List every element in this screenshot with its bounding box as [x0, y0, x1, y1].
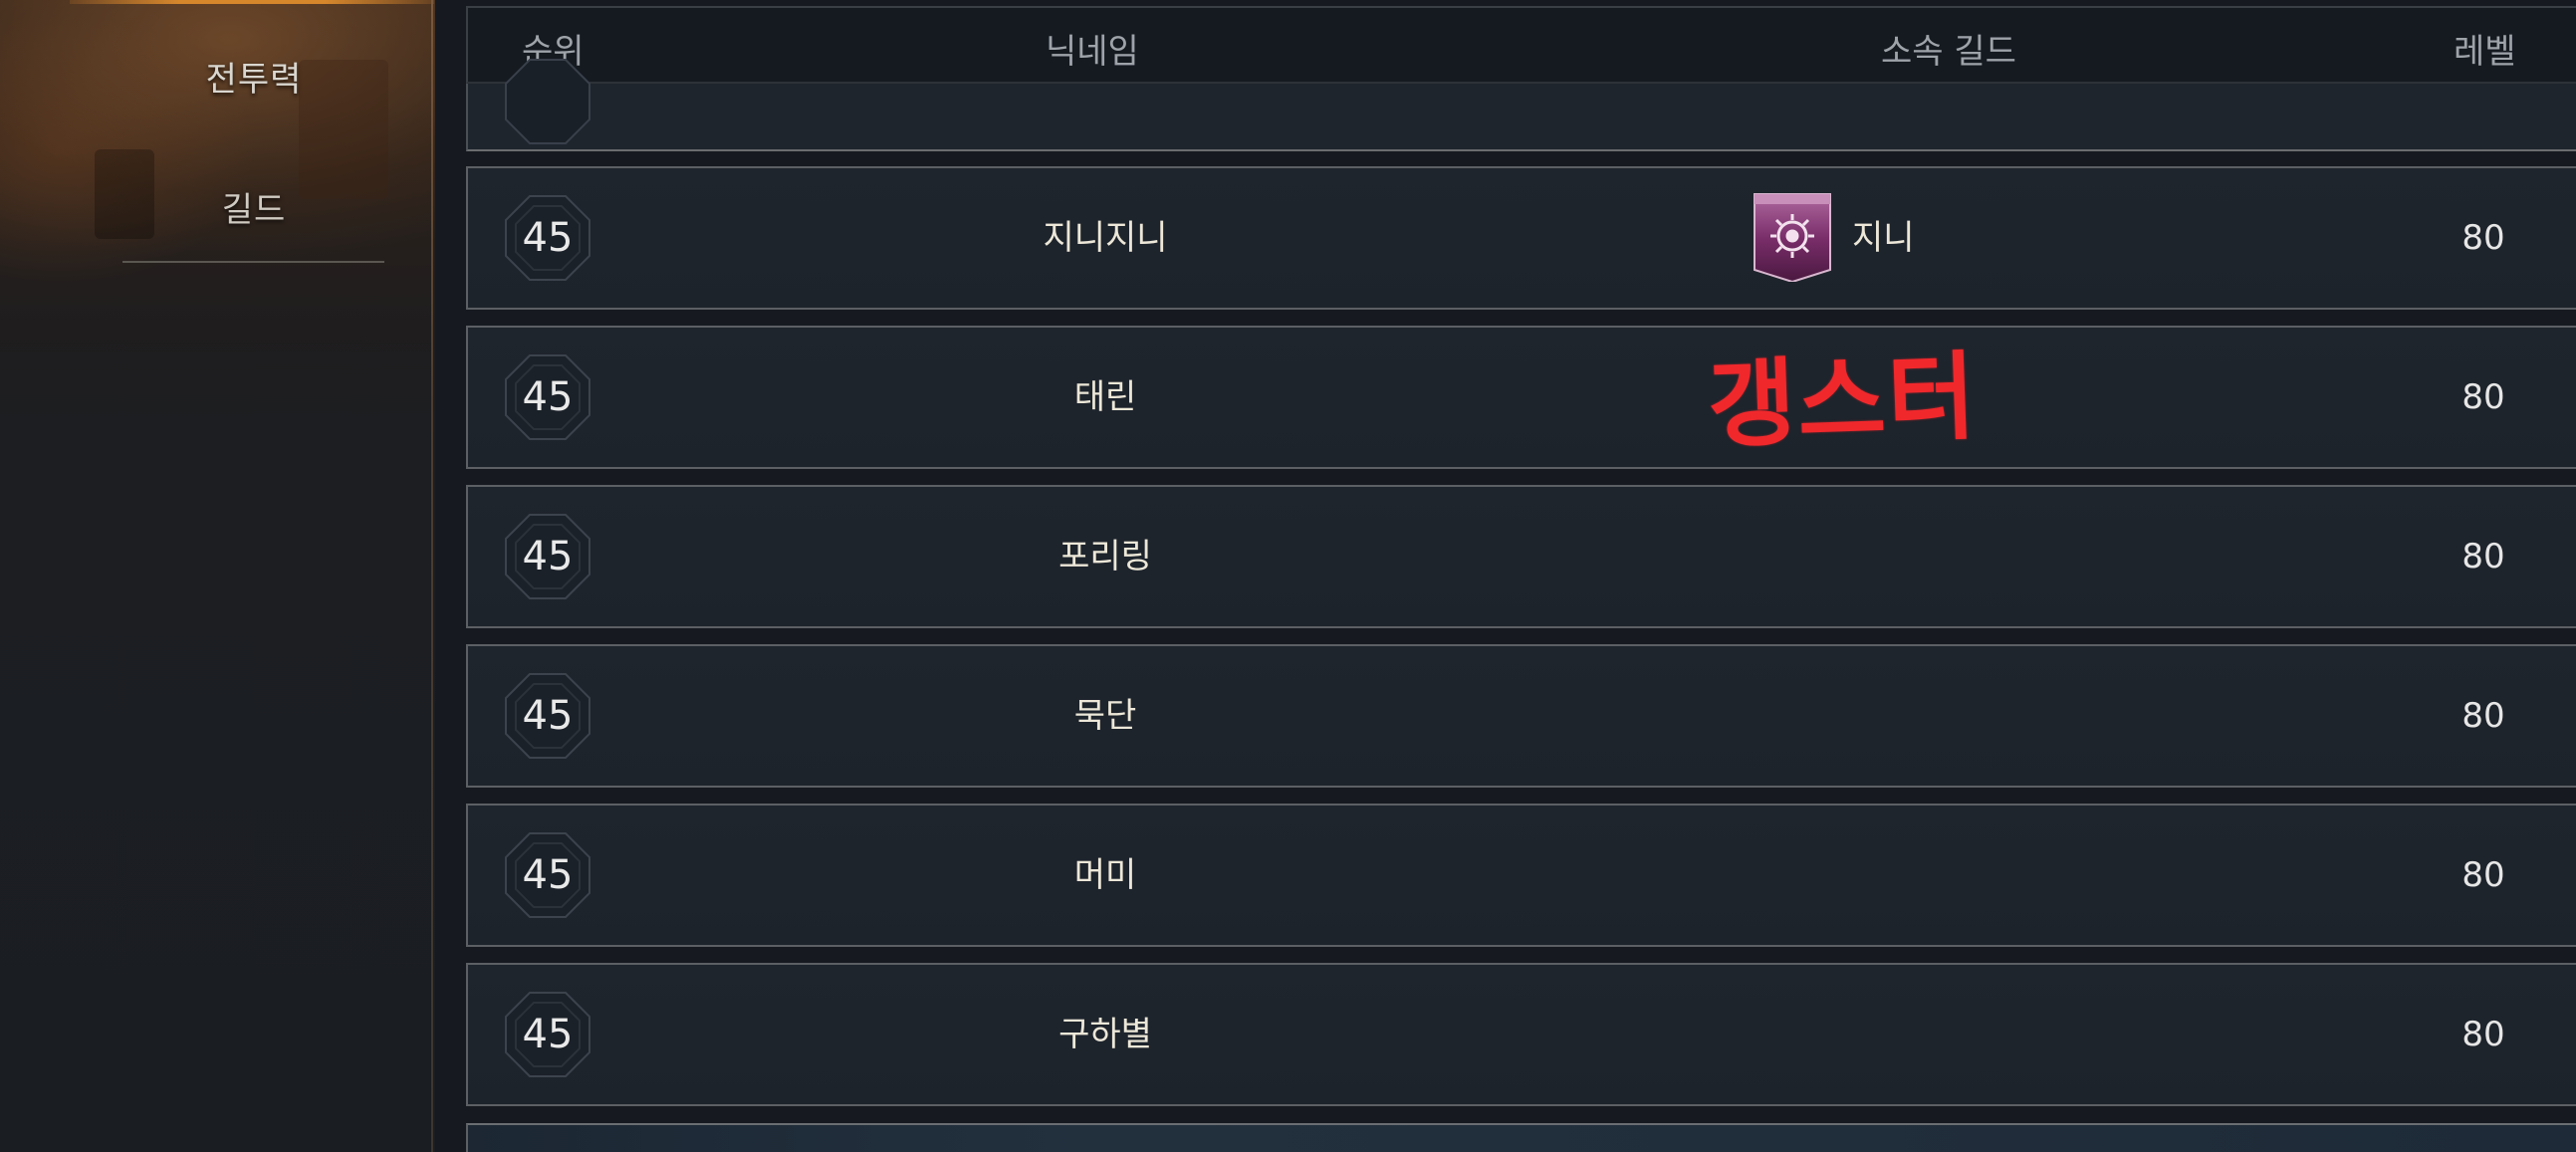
rank-value: 45 — [522, 374, 574, 420]
rank-badge-icon — [502, 56, 593, 147]
guild-emblem-icon — [1753, 192, 1832, 284]
header-level: 레벨 — [2454, 32, 2516, 72]
table-row[interactable]: 45 포리링 80 — [466, 485, 2576, 628]
header-nickname: 닉네임 — [1046, 32, 1139, 72]
level-value: 80 — [2461, 537, 2505, 576]
nickname: 지니지니 — [1043, 218, 1168, 258]
sidebar-divider — [122, 261, 384, 263]
ranking-table: 순위 닉네임 소속 길드 레벨 45 지니지니 지니 80 45 태린 갱스터 … — [466, 0, 2576, 1152]
handwritten-annotation: 갱스터 — [1706, 341, 1980, 462]
rank-value: 45 — [522, 215, 574, 261]
nickname: 구하별 — [1058, 1015, 1152, 1054]
rank-badge-icon: 45 — [502, 511, 593, 602]
rank-badge-icon: 45 — [502, 670, 593, 762]
sidebar: 전투력 길드 — [0, 0, 435, 1152]
table-row[interactable] — [466, 59, 2576, 151]
rank-value: 45 — [522, 852, 574, 898]
table-row[interactable]: 45 태린 갱스터 80 — [466, 326, 2576, 469]
level-value: 80 — [2461, 377, 2505, 417]
table-row[interactable]: 45 구하별 80 — [466, 963, 2576, 1106]
rank-badge-icon: 45 — [502, 829, 593, 921]
header-guild: 소속 길드 — [1881, 32, 2016, 72]
table-row-highlighted[interactable] — [466, 1123, 2576, 1152]
level-value: 80 — [2461, 855, 2505, 895]
rank-value: 45 — [522, 1012, 574, 1057]
nickname: 묵단 — [1073, 696, 1137, 736]
level-value: 80 — [2461, 696, 2505, 736]
rank-value: 45 — [522, 693, 574, 739]
rank-badge-icon: 45 — [502, 989, 593, 1080]
guild-name: 지니 — [1852, 218, 1915, 258]
table-row[interactable]: 45 머미 80 — [466, 804, 2576, 947]
table-header: 순위 닉네임 소속 길드 레벨 — [466, 6, 2576, 84]
nickname: 머미 — [1073, 855, 1137, 895]
table-row[interactable]: 45 묵단 80 — [466, 644, 2576, 788]
rank-badge-icon: 45 — [502, 351, 593, 443]
level-value: 80 — [2461, 1015, 2505, 1054]
rank-badge-icon: 45 — [502, 192, 593, 284]
nickname: 포리링 — [1058, 537, 1152, 576]
level-value: 80 — [2461, 218, 2505, 258]
nickname: 태린 — [1073, 377, 1137, 417]
table-row[interactable]: 45 지니지니 지니 80 — [466, 166, 2576, 310]
rank-value: 45 — [522, 534, 574, 579]
active-tab-indicator — [70, 0, 434, 4]
sidebar-border — [431, 0, 433, 1152]
ranking-screen: 전투력 길드 순위 닉네임 소속 길드 레벨 45 지니지니 지니 80 45 … — [0, 0, 2576, 1152]
